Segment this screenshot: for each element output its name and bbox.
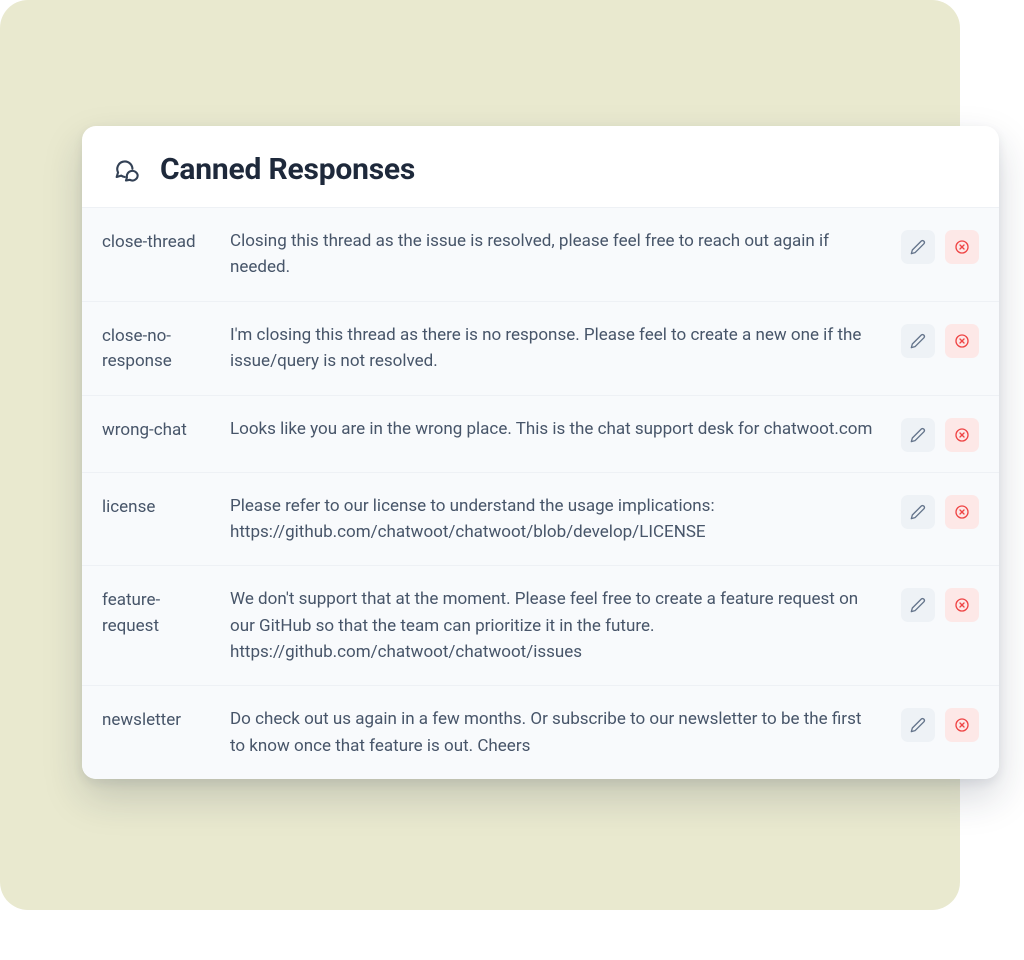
canned-responses-card: Canned Responses close-thread Closing thi… — [82, 126, 999, 779]
edit-button[interactable] — [901, 324, 935, 358]
close-circle-icon — [954, 717, 970, 733]
edit-button[interactable] — [901, 418, 935, 452]
delete-button[interactable] — [945, 418, 979, 452]
row-actions — [901, 416, 979, 452]
page-title: Canned Responses — [160, 152, 415, 187]
delete-button[interactable] — [945, 588, 979, 622]
table-row: feature-request We don't support that at … — [82, 565, 999, 685]
edit-button[interactable] — [901, 230, 935, 264]
card-header: Canned Responses — [82, 126, 999, 207]
chat-bubbles-icon — [110, 154, 142, 186]
pencil-icon — [910, 504, 926, 520]
pencil-icon — [910, 597, 926, 613]
row-actions — [901, 228, 979, 264]
pencil-icon — [910, 239, 926, 255]
canned-responses-list: close-thread Closing this thread as the i… — [82, 207, 999, 779]
close-circle-icon — [954, 504, 970, 520]
canned-response-shortcode: close-no-response — [102, 322, 212, 375]
canned-response-shortcode: license — [102, 493, 212, 521]
canned-response-content: Closing this thread as the issue is reso… — [230, 228, 883, 281]
close-circle-icon — [954, 427, 970, 443]
row-actions — [901, 493, 979, 529]
table-row: wrong-chat Looks like you are in the wron… — [82, 395, 999, 472]
canned-response-content: I'm closing this thread as there is no r… — [230, 322, 883, 375]
table-row: close-thread Closing this thread as the i… — [82, 207, 999, 301]
delete-button[interactable] — [945, 495, 979, 529]
table-row: license Please refer to our license to un… — [82, 472, 999, 566]
canned-response-shortcode: feature-request — [102, 586, 212, 639]
pencil-icon — [910, 427, 926, 443]
row-actions — [901, 586, 979, 622]
canned-response-content: Do check out us again in a few months. O… — [230, 706, 883, 759]
canned-response-content: Looks like you are in the wrong place. T… — [230, 416, 883, 442]
pencil-icon — [910, 717, 926, 733]
row-actions — [901, 322, 979, 358]
delete-button[interactable] — [945, 324, 979, 358]
delete-button[interactable] — [945, 230, 979, 264]
canned-response-content: We don't support that at the moment. Ple… — [230, 586, 883, 665]
row-actions — [901, 706, 979, 742]
table-row: close-no-response I'm closing this thread… — [82, 301, 999, 395]
pencil-icon — [910, 333, 926, 349]
canned-response-content: Please refer to our license to understan… — [230, 493, 883, 546]
table-row: newsletter Do check out us again in a few… — [82, 685, 999, 779]
edit-button[interactable] — [901, 588, 935, 622]
close-circle-icon — [954, 239, 970, 255]
canned-response-shortcode: close-thread — [102, 228, 212, 256]
canned-response-shortcode: wrong-chat — [102, 416, 212, 444]
edit-button[interactable] — [901, 495, 935, 529]
close-circle-icon — [954, 597, 970, 613]
close-circle-icon — [954, 333, 970, 349]
canned-response-shortcode: newsletter — [102, 706, 212, 734]
edit-button[interactable] — [901, 708, 935, 742]
delete-button[interactable] — [945, 708, 979, 742]
